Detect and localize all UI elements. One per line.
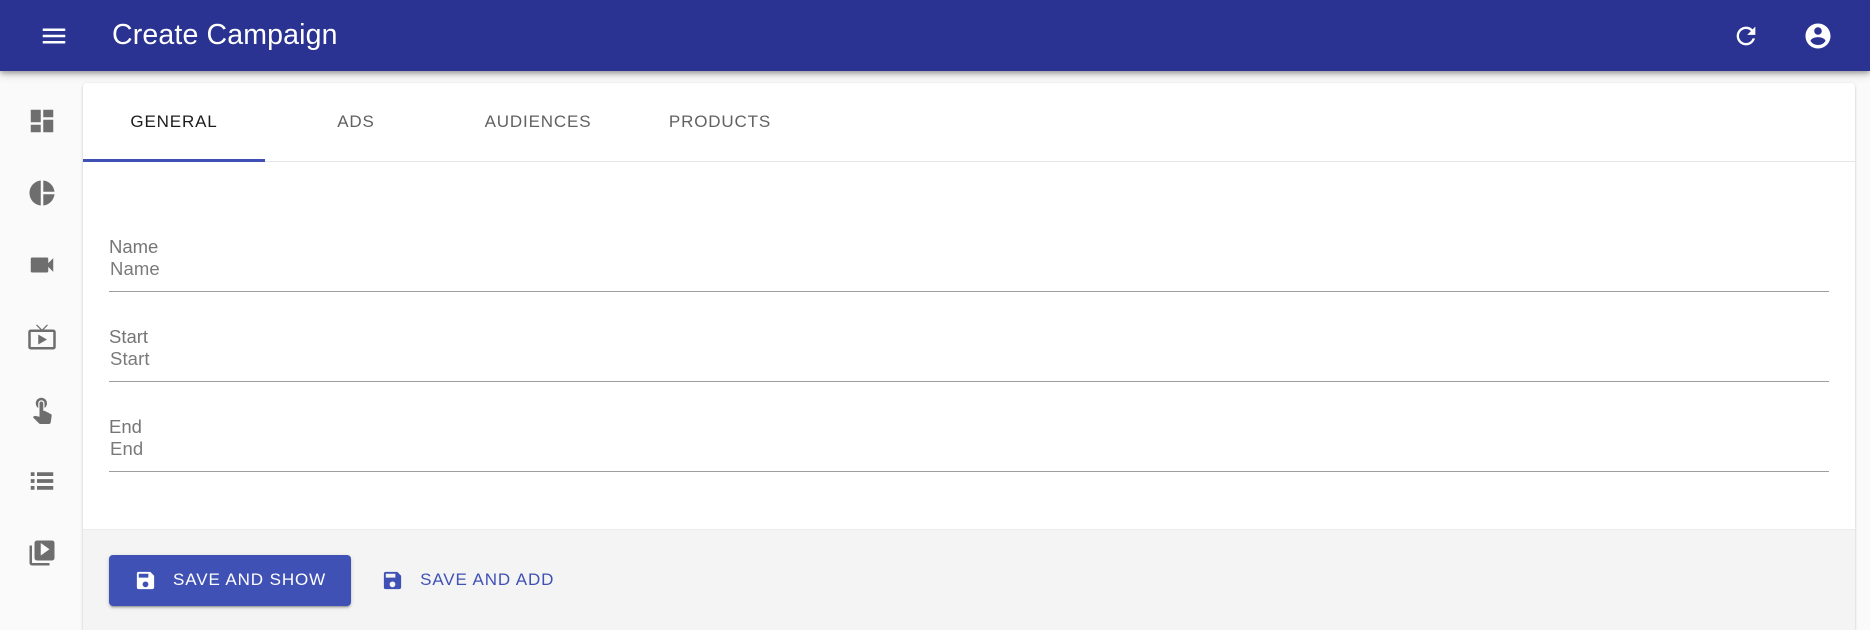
tab-ads[interactable]: ADS xyxy=(265,83,447,161)
refresh-icon xyxy=(1732,22,1760,50)
save-and-show-label: SAVE AND SHOW xyxy=(173,570,327,589)
video-library-icon xyxy=(27,538,57,568)
sidebar-item-dashboard[interactable] xyxy=(0,85,83,157)
campaign-form: Name Start End xyxy=(83,162,1855,529)
app-root: Create Campaign GENERAL ADS AUDIENCES PR… xyxy=(0,0,1870,630)
sidebar-item-channels[interactable] xyxy=(0,301,83,373)
sidebar-item-reports[interactable] xyxy=(0,157,83,229)
body-row: GENERAL ADS AUDIENCES PRODUCTS Name Name… xyxy=(0,71,1870,630)
sidebar-item-playlists[interactable] xyxy=(0,445,83,517)
sidebar-item-interactions[interactable] xyxy=(0,373,83,445)
refresh-button[interactable] xyxy=(1720,10,1772,62)
tab-bar: GENERAL ADS AUDIENCES PRODUCTS xyxy=(83,83,1855,162)
touch-app-icon xyxy=(27,394,57,424)
save-icon xyxy=(381,569,404,592)
pie-chart-icon xyxy=(27,178,57,208)
dashboard-icon xyxy=(27,106,57,136)
hamburger-menu-button[interactable] xyxy=(28,10,80,62)
save-icon xyxy=(134,569,157,592)
sidebar-item-videos[interactable] xyxy=(0,229,83,301)
sidebar-nav xyxy=(0,71,83,630)
campaign-card: GENERAL ADS AUDIENCES PRODUCTS Name Name… xyxy=(83,83,1855,630)
field-name[interactable]: Name xyxy=(109,202,1829,292)
app-bar: Create Campaign xyxy=(0,0,1870,71)
hamburger-menu-icon xyxy=(39,21,69,51)
form-action-bar: SAVE AND SHOW SAVE AND ADD xyxy=(83,529,1855,630)
tab-audiences-label: AUDIENCES xyxy=(484,112,592,131)
videocam-icon xyxy=(27,250,57,280)
field-end[interactable]: End xyxy=(109,382,1829,472)
page-title: Create Campaign xyxy=(112,19,338,51)
save-and-add-button[interactable]: SAVE AND ADD xyxy=(359,555,576,606)
sidebar-item-library[interactable] xyxy=(0,517,83,589)
live-tv-icon xyxy=(27,322,57,352)
app-bar-actions xyxy=(1720,10,1844,62)
save-and-show-button[interactable]: SAVE AND SHOW xyxy=(109,554,352,606)
tab-products-label: PRODUCTS xyxy=(668,112,772,131)
field-start[interactable]: Start xyxy=(109,292,1829,382)
tab-audiences[interactable]: AUDIENCES xyxy=(447,83,629,161)
end-input[interactable] xyxy=(109,382,1829,471)
name-input[interactable] xyxy=(109,202,1829,291)
tab-ads-label: ADS xyxy=(337,112,375,131)
account-circle-icon xyxy=(1803,21,1833,51)
main-content: GENERAL ADS AUDIENCES PRODUCTS Name Name… xyxy=(83,71,1870,630)
save-and-add-label: SAVE AND ADD xyxy=(420,570,555,589)
list-icon xyxy=(27,466,57,496)
tab-products[interactable]: PRODUCTS xyxy=(629,83,811,161)
start-input[interactable] xyxy=(109,292,1829,381)
tab-general-label: GENERAL xyxy=(130,112,218,131)
account-button[interactable] xyxy=(1792,10,1844,62)
tab-general[interactable]: GENERAL xyxy=(83,83,265,162)
